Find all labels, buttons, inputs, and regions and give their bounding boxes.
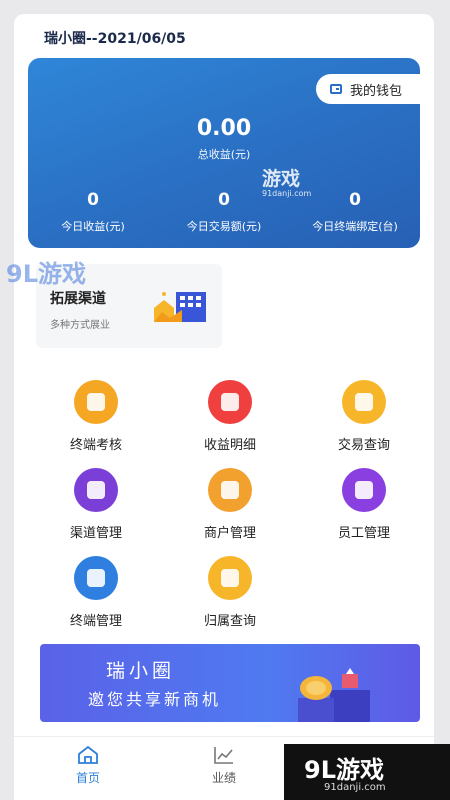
menu-item-staff-management[interactable]: 员工管理 <box>314 468 414 541</box>
menu-item-terminal-management[interactable]: 终端管理 <box>46 556 146 629</box>
corner-watermark-text: 9L游戏 <box>304 756 384 784</box>
today-earnings-label: 今日收益(元) <box>61 220 125 233</box>
merchant-icon <box>208 468 252 512</box>
menu-item-channel-management[interactable]: 渠道管理 <box>46 468 146 541</box>
banner-subtitle: 邀您共享新商机 <box>88 690 222 709</box>
expand-channel-subtitle: 多种方式展业 <box>50 320 110 331</box>
banner-title: 瑞小圈 <box>106 660 176 682</box>
menu-item-earnings-detail[interactable]: 收益明细 <box>180 380 280 453</box>
menu-label: 交易查询 <box>337 438 390 453</box>
earnings-card: 我的钱包 0.00 总收益(元) 0 今日收益(元) 0 今日交易额(元) 0 … <box>28 58 420 248</box>
promo-banner[interactable]: 瑞小圈 邀您共享新商机 <box>40 644 420 722</box>
menu-label: 终端管理 <box>69 614 122 629</box>
watermark-small-text: 游戏 <box>262 168 301 190</box>
watermark-large: 9L游戏 <box>6 260 86 288</box>
user-icon <box>342 468 386 512</box>
watermark-small-url: 91danji.com <box>262 189 312 198</box>
menu-label: 终端考核 <box>69 438 122 453</box>
menu-item-attribution-query[interactable]: 归属查询 <box>180 556 280 629</box>
my-wallet-label: 我的钱包 <box>350 83 403 99</box>
menu-label: 收益明细 <box>203 438 256 453</box>
menu-item-transaction-query[interactable]: 交易查询 <box>314 380 414 453</box>
coin-building-illustration-icon <box>298 668 370 722</box>
total-earnings-label: 总收益(元) <box>197 148 251 161</box>
my-wallet-button[interactable]: 我的钱包 <box>316 74 420 104</box>
home-icon <box>78 745 98 764</box>
today-earnings-stat: 0 今日收益(元) <box>28 190 158 234</box>
today-volume-label: 今日交易额(元) <box>186 220 262 233</box>
tab-home-label: 首页 <box>75 771 100 785</box>
building-illustration-icon <box>154 292 206 322</box>
wallet-icon <box>330 84 342 94</box>
menu-label: 商户管理 <box>203 526 256 541</box>
tab-home[interactable]: 首页 <box>48 745 128 786</box>
corner-watermark-url: 91danji.com <box>324 782 386 793</box>
tab-performance[interactable]: 业绩 <box>184 745 264 786</box>
today-terminal-binding-label: 今日终端绑定(台) <box>312 220 398 233</box>
today-earnings-value: 0 <box>87 190 99 210</box>
corner-watermark: 9L游戏 91danji.com <box>284 744 450 800</box>
search-icon <box>342 380 386 424</box>
total-earnings-value: 0.00 <box>196 116 252 141</box>
document-icon <box>74 556 118 600</box>
page-title: 瑞小圈--2021/06/05 <box>44 31 186 47</box>
menu-item-merchant-management[interactable]: 商户管理 <box>180 468 280 541</box>
wallet-icon <box>208 380 252 424</box>
tab-performance-label: 业绩 <box>211 771 236 785</box>
watermark-small: 游戏 91danji.com <box>262 164 311 198</box>
menu-label: 渠道管理 <box>69 526 122 541</box>
expand-channel-title: 拓展渠道 <box>50 291 106 307</box>
menu-label: 归属查询 <box>203 614 256 629</box>
menu-item-terminal-assessment[interactable]: 终端考核 <box>46 380 146 453</box>
chart-search-icon <box>208 556 252 600</box>
menu-label: 员工管理 <box>337 526 390 541</box>
storage-icon <box>74 468 118 512</box>
app-screen: 瑞小圈--2021/06/05 我的钱包 0.00 总收益(元) 0 今日收益(… <box>14 14 434 800</box>
calculator-icon <box>74 380 118 424</box>
line-chart-icon <box>214 747 233 764</box>
